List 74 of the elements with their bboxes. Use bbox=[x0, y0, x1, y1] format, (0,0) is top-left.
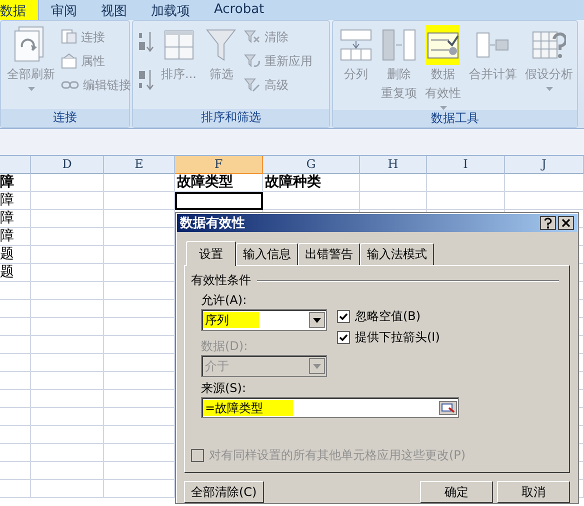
field-label: 来源(S): bbox=[201, 380, 248, 398]
table-cell bbox=[0, 390, 31, 408]
ribbon-tab[interactable]: 加载项 bbox=[139, 0, 202, 20]
checkbox-label: 对有同样设置的所有其他单元格应用这些更改(P) bbox=[209, 447, 466, 464]
dialog-tab[interactable]: 输入法模式 bbox=[360, 243, 434, 266]
ribbon-tab[interactable]: 视图 bbox=[89, 0, 139, 20]
validation-check-icon bbox=[426, 30, 460, 60]
column-header[interactable]: D bbox=[31, 156, 104, 174]
column-header[interactable]: F bbox=[175, 156, 263, 174]
field-label: 数据(D): bbox=[201, 338, 249, 356]
group-title: 连接 bbox=[1, 109, 129, 127]
column-header[interactable]: H bbox=[360, 156, 427, 174]
table-cell: 障 bbox=[0, 192, 31, 210]
source-field[interactable]: =故障类型 bbox=[201, 397, 459, 418]
reapply-filter-icon bbox=[244, 53, 260, 69]
what-if-icon bbox=[532, 29, 566, 61]
dialog-tab[interactable]: 输入信息 bbox=[236, 243, 298, 266]
table-cell bbox=[0, 444, 31, 462]
checkbox-label: 忽略空值(B) bbox=[355, 308, 421, 326]
ribbon-tab[interactable]: Acrobat bbox=[202, 0, 276, 20]
column-header[interactable]: E bbox=[104, 156, 175, 174]
table-cell bbox=[360, 192, 427, 210]
table-cell bbox=[0, 318, 31, 336]
split-columns-icon bbox=[340, 29, 372, 61]
dropdown-field[interactable]: 序列 bbox=[201, 309, 327, 332]
section-title: 有效性条件 bbox=[191, 272, 251, 290]
table-cell bbox=[360, 174, 427, 192]
chain-link-icon bbox=[61, 80, 79, 90]
table-cell bbox=[0, 336, 31, 354]
column-header[interactable]: I bbox=[427, 156, 505, 174]
cell-reference-icon bbox=[439, 400, 457, 415]
active-cell[interactable] bbox=[175, 192, 263, 210]
group-title: 排序和筛选 bbox=[133, 109, 329, 127]
close-icon bbox=[558, 216, 574, 230]
table-cell bbox=[0, 282, 31, 300]
advanced-filter-icon bbox=[244, 77, 260, 93]
ribbon-tab[interactable]: 数据 bbox=[0, 0, 39, 20]
sort-grid-icon bbox=[164, 30, 194, 60]
connection-icon bbox=[61, 29, 77, 45]
dialog-tab[interactable]: 设置 bbox=[186, 241, 236, 266]
table-cell bbox=[104, 174, 175, 192]
dialog-button[interactable]: 取消 bbox=[497, 481, 570, 503]
dialog-button[interactable]: 确定 bbox=[420, 481, 493, 503]
table-cell bbox=[0, 408, 31, 426]
filter-funnel-icon bbox=[206, 28, 236, 62]
table-cell bbox=[0, 462, 31, 480]
table-cell bbox=[0, 426, 31, 444]
column-header[interactable]: G bbox=[263, 156, 360, 174]
clear-filter-icon bbox=[244, 29, 260, 45]
table-cell bbox=[0, 372, 31, 390]
table-cell: 障 bbox=[0, 174, 31, 192]
table-cell: 障 bbox=[0, 210, 31, 228]
checkbox[interactable] bbox=[337, 310, 350, 324]
column-header[interactable]: J bbox=[505, 156, 584, 174]
properties-icon bbox=[61, 53, 77, 69]
ribbon-tab[interactable]: 审阅 bbox=[39, 0, 89, 20]
table-cell bbox=[104, 192, 175, 210]
dialog-tab[interactable]: 出错警告 bbox=[298, 243, 360, 266]
dialog-button[interactable]: 全部清除(C) bbox=[184, 481, 264, 503]
table-cell bbox=[0, 300, 31, 318]
table-cell bbox=[0, 480, 31, 498]
checkbox[interactable] bbox=[337, 331, 350, 344]
field-label: 允许(A): bbox=[201, 292, 248, 310]
table-cell: 故障类型 bbox=[175, 174, 263, 192]
table-cell bbox=[0, 354, 31, 372]
table-cell: 故障种类 bbox=[263, 174, 360, 192]
remove-duplicates-icon bbox=[382, 29, 416, 61]
table-cell: 障 bbox=[0, 228, 31, 246]
table-cell: 题 bbox=[0, 264, 31, 282]
checkbox-label: 提供下拉箭头(I) bbox=[355, 329, 440, 346]
group-title: 数据工具 bbox=[333, 110, 577, 127]
help-icon bbox=[540, 216, 556, 230]
window-title: 数据有效性 bbox=[180, 215, 245, 232]
table-cell: 题 bbox=[0, 246, 31, 264]
